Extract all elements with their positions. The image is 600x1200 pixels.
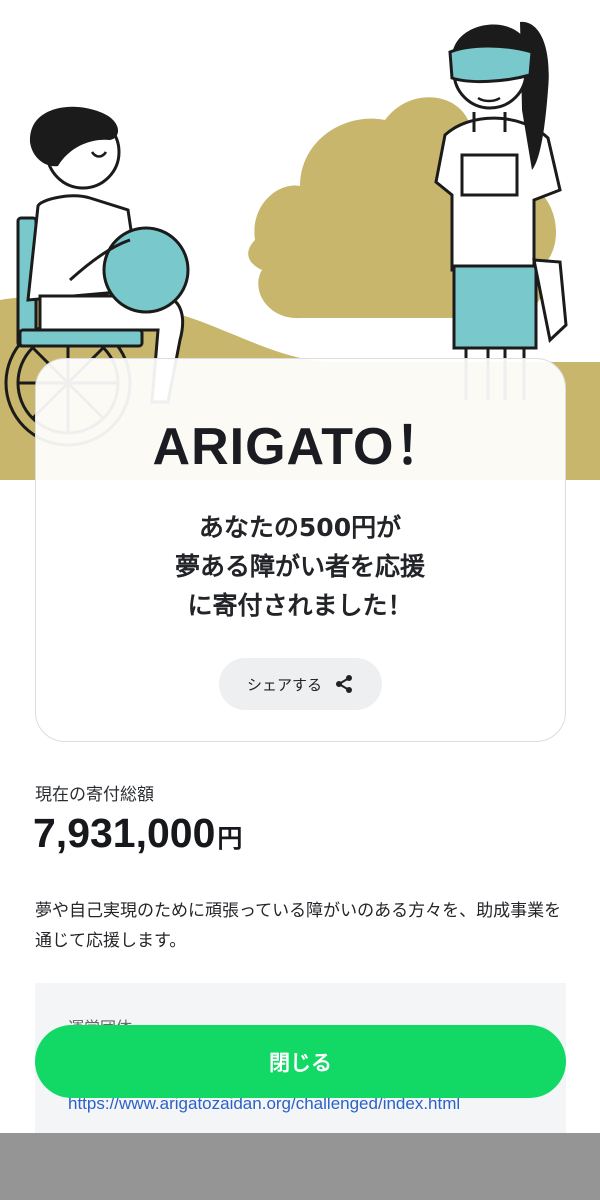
system-navigation-bar [0, 1133, 600, 1200]
close-button[interactable]: 閉じる [35, 1025, 566, 1098]
total-donation-label: 現在の寄付総額 [35, 785, 154, 805]
card-title: ARIGATO！ [152, 418, 448, 476]
share-button[interactable]: シェアする [219, 658, 382, 710]
total-donation-value: 7,931,000 [33, 810, 216, 856]
share-button-label: シェアする [246, 675, 322, 694]
share-icon [336, 675, 352, 693]
donation-message-line1: あなたの500円が [198, 513, 402, 542]
wheelchair-seat [18, 328, 144, 348]
currency-unit: 円 [217, 824, 243, 853]
close-button-label: 閉じる [269, 1050, 332, 1075]
total-donation-amount: 7,931,000円 [33, 810, 242, 857]
name-bib [460, 153, 519, 197]
donation-message: あなたの500円が 夢ある障がい者を応援 に寄付されました！ [60, 508, 540, 625]
standing-person-shorts [452, 264, 538, 350]
goggles [448, 44, 534, 84]
ball [102, 226, 190, 314]
program-description: 夢や自己実現のために頑張っている障がいのある方々を、助成事業を通じて応援します。 [35, 901, 562, 951]
donation-message-line2: 夢ある障がい者を応援 [174, 552, 425, 581]
donation-message-line3: に寄付されました！ [187, 591, 413, 620]
